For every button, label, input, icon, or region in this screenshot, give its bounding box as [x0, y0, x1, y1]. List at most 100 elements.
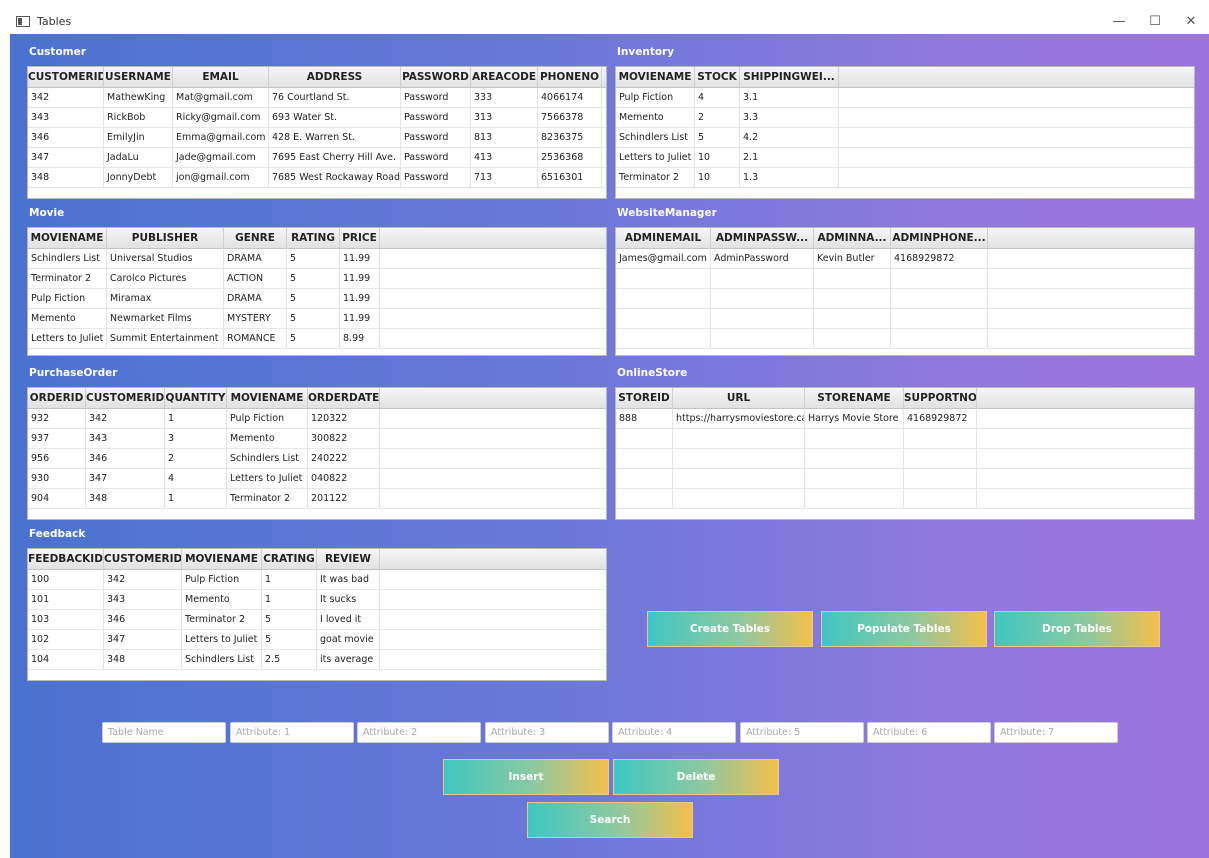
table-row[interactable]: Pulp Fiction 4 3.1: [616, 88, 1194, 108]
feedback-table[interactable]: FEEDBACKID CUSTOMERID MOVIENAME CRATING REVI…: [27, 548, 607, 681]
column-header[interactable]: AREACODE: [471, 67, 538, 88]
movie-table[interactable]: MOVIENAME PUBLISHER GENRE RATING PRICE Schind…: [27, 227, 607, 356]
column-header[interactable]: ORDERID: [28, 388, 86, 409]
insert-button[interactable]: Insert: [443, 759, 609, 795]
column-header[interactable]: FEEDBACKID: [28, 549, 104, 570]
table-row[interactable]: 346 EmilyJin Emma@gmail.com 428 E. Warren S…: [28, 128, 606, 148]
column-header[interactable]: PUBLISHER: [107, 228, 224, 249]
table-row[interactable]: Schindlers List Universal Studios DRAMA 5 11…: [28, 249, 606, 269]
purchase-order-table[interactable]: ORDERID CUSTOMERID QUANTITY MOVIENAME ORDERD…: [27, 387, 607, 520]
maximize-icon[interactable]: ☐: [1137, 8, 1173, 34]
column-header[interactable]: ADMINPHONE...: [891, 228, 988, 249]
table-row[interactable]: 348 JonnyDebt jon@gmail.com 7685 West Rocka…: [28, 168, 606, 188]
table-cell: 2536368: [538, 148, 602, 168]
table-row[interactable]: Pulp Fiction Miramax DRAMA 5 11.99: [28, 289, 606, 309]
table-row[interactable]: James@gmail.com AdminPassword Kevin Butler…: [616, 249, 1194, 269]
column-header[interactable]: GENRE: [224, 228, 287, 249]
table-cell: [711, 309, 814, 329]
table-row[interactable]: 930 347 4 Letters to Juliet 040822: [28, 469, 606, 489]
table-row[interactable]: Letters to Juliet Summit Entertainment ROM…: [28, 329, 606, 349]
column-header[interactable]: URL: [673, 388, 805, 409]
column-header[interactable]: EMAIL: [173, 67, 269, 88]
table-name-input[interactable]: [102, 722, 226, 743]
column-header[interactable]: CUSTOMERID: [104, 549, 182, 570]
table-row[interactable]: 103 346 Terminator 25I loved it: [28, 610, 606, 630]
table-row[interactable]: 102 347 Letters to Juliet 5 goat movie: [28, 630, 606, 650]
attribute-1-input[interactable]: [230, 722, 354, 743]
table-row[interactable]: 956 346 2 Schindlers List 240222: [28, 449, 606, 469]
table-row[interactable]: 100 342 Pulp Fiction 1 It was bad: [28, 570, 606, 590]
column-header[interactable]: MOVIENAME: [182, 549, 262, 570]
column-header[interactable]: ADMINNA...: [814, 228, 891, 249]
column-header[interactable]: USERNAME: [104, 67, 173, 88]
column-header[interactable]: REVIEW: [317, 549, 380, 570]
column-header[interactable]: PRICE: [340, 228, 380, 249]
search-button[interactable]: Search: [527, 802, 693, 838]
column-header[interactable]: SUPPORTNO: [904, 388, 977, 409]
column-header[interactable]: MOVIENAME: [616, 67, 695, 88]
table-cell: [616, 469, 673, 489]
column-header[interactable]: CRATING: [262, 549, 317, 570]
table-row[interactable]: 343 RickBob Ricky@gmail.com 693 Water St. Pa…: [28, 108, 606, 128]
attribute-2-input[interactable]: [357, 722, 481, 743]
column-header[interactable]: MOVIENAME: [227, 388, 308, 409]
inventory-table[interactable]: MOVIENAME STOCK SHIPPINGWEI... Pulp Fiction…: [615, 66, 1195, 199]
column-header[interactable]: ADDRESS: [269, 67, 401, 88]
table-row[interactable]: [616, 449, 1194, 469]
column-header[interactable]: MOVIENAME: [28, 228, 107, 249]
table-row[interactable]: 342 MathewKing Mat@gmail.com 76 Courtland S…: [28, 88, 606, 108]
attribute-5-input[interactable]: [740, 722, 864, 743]
column-header[interactable]: STOREID: [616, 388, 673, 409]
column-header[interactable]: STORENAME: [805, 388, 904, 409]
column-header[interactable]: RATING: [287, 228, 340, 249]
create-tables-button[interactable]: Create Tables: [647, 611, 813, 647]
column-header[interactable]: SHIPPINGWEI...: [740, 67, 839, 88]
table-cell: [616, 429, 673, 449]
table-row[interactable]: 101 343 Memento 1 It sucks: [28, 590, 606, 610]
table-row[interactable]: Letters to Juliet 10 2.1: [616, 148, 1194, 168]
populate-tables-button[interactable]: Populate Tables: [821, 611, 987, 647]
table-cell: It sucks: [317, 590, 380, 610]
delete-button[interactable]: Delete: [613, 759, 779, 795]
table-row[interactable]: [616, 469, 1194, 489]
table-row[interactable]: [616, 489, 1194, 509]
table-row[interactable]: 104 348 Schindlers List 2.5 its average: [28, 650, 606, 670]
column-header[interactable]: PHONENO: [538, 67, 602, 88]
column-header[interactable]: PASSWORD: [401, 67, 471, 88]
column-header[interactable]: QUANTITY: [165, 388, 227, 409]
column-header[interactable]: ADMINPASSW...: [711, 228, 814, 249]
table-row[interactable]: 937 343 3 Memento 300822: [28, 429, 606, 449]
table-row[interactable]: Schindlers List 5 4.2: [616, 128, 1194, 148]
website-manager-table-title: WebsiteManager: [617, 207, 717, 219]
online-store-table[interactable]: STOREID URL STORENAME SUPPORTNO 888 https://h…: [615, 387, 1195, 520]
table-cell-filler: [380, 269, 606, 289]
drop-tables-button[interactable]: Drop Tables: [994, 611, 1160, 647]
table-row[interactable]: [616, 429, 1194, 449]
attribute-3-input[interactable]: [485, 722, 609, 743]
table-cell: 346: [28, 128, 104, 148]
table-row[interactable]: 932 342 1 Pulp Fiction 120322: [28, 409, 606, 429]
attribute-6-input[interactable]: [867, 722, 991, 743]
column-header[interactable]: CUSTOMERID: [86, 388, 165, 409]
table-row[interactable]: Terminator 2 10 1.3: [616, 168, 1194, 188]
table-row[interactable]: Terminator 2 Carolco Pictures ACTION 5 11.99: [28, 269, 606, 289]
column-header[interactable]: ORDERDATE: [308, 388, 380, 409]
table-row[interactable]: 347 JadaLu Jade@gmail.com 7695 East Cherry …: [28, 148, 606, 168]
table-row[interactable]: [616, 309, 1194, 329]
column-header[interactable]: STOCK: [695, 67, 740, 88]
table-row[interactable]: [616, 329, 1194, 349]
website-manager-table[interactable]: ADMINEMAIL ADMINPASSW... ADMINNA... ADMINPH…: [615, 227, 1195, 356]
table-row[interactable]: Memento Newmarket Films MYSTERY 5 11.99: [28, 309, 606, 329]
column-header[interactable]: ADMINEMAIL: [616, 228, 711, 249]
table-row[interactable]: Memento 2 3.3: [616, 108, 1194, 128]
table-row[interactable]: [616, 269, 1194, 289]
table-row[interactable]: 904 348 1 Terminator 2 201122: [28, 489, 606, 509]
close-icon[interactable]: ✕: [1173, 8, 1209, 34]
customer-table[interactable]: CUSTOMERID USERNAME EMAIL ADDRESS PASSWORD AR…: [27, 66, 607, 199]
column-header[interactable]: CUSTOMERID: [28, 67, 104, 88]
attribute-4-input[interactable]: [612, 722, 736, 743]
table-row[interactable]: [616, 289, 1194, 309]
table-row[interactable]: 888 https://harrysmoviestore.ca Harrys Mov…: [616, 409, 1194, 429]
attribute-7-input[interactable]: [994, 722, 1118, 743]
minimize-icon[interactable]: —: [1101, 8, 1137, 34]
